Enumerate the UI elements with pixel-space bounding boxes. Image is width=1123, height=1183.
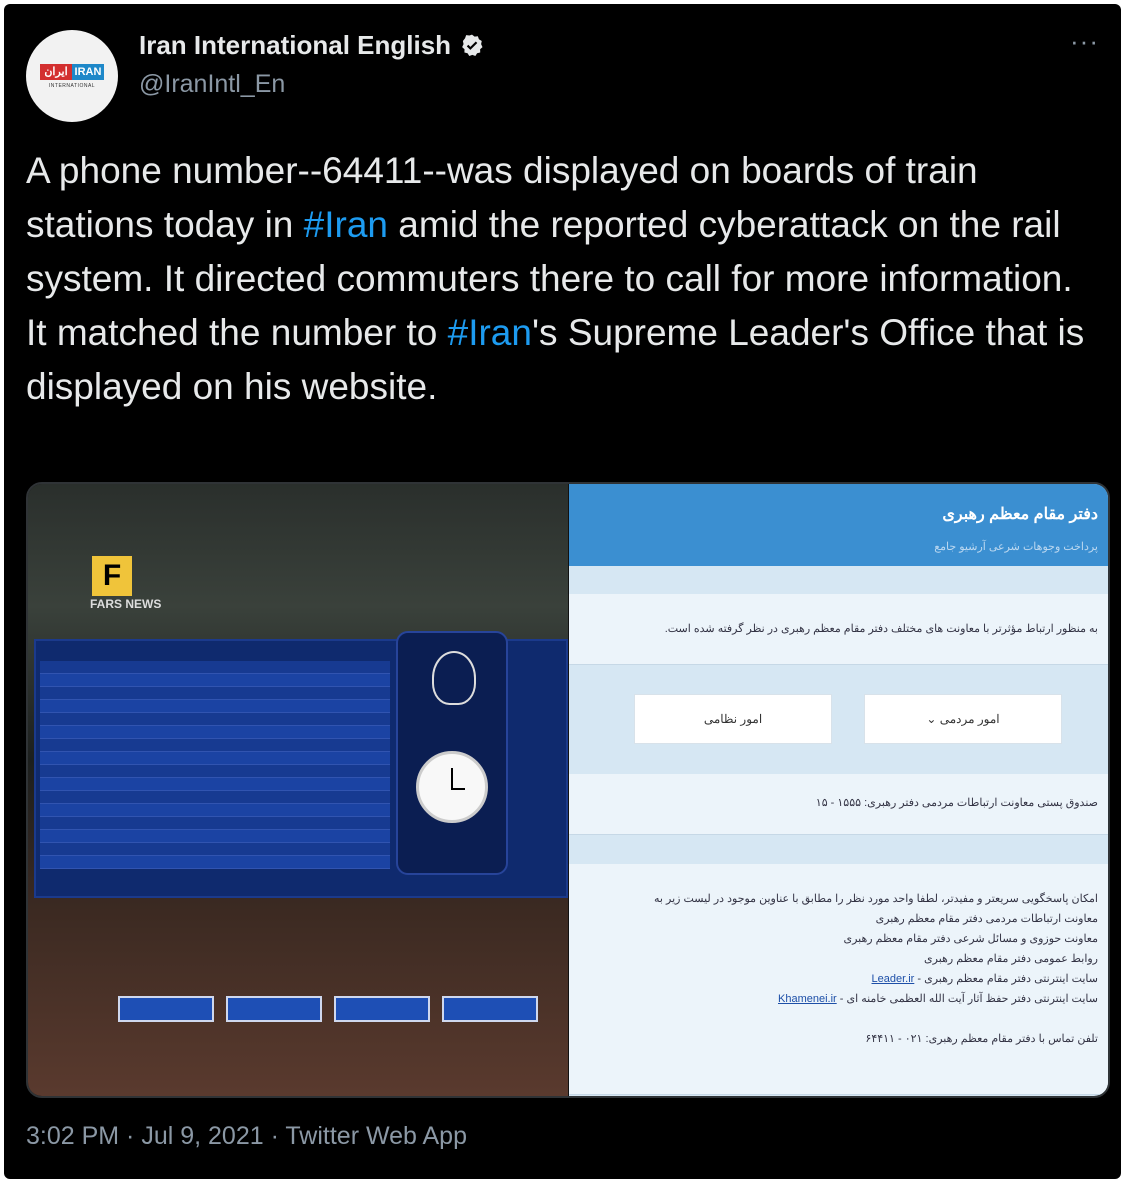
site-line: روابط عمومی دفتر مقام معظم رهبری xyxy=(924,953,1098,965)
site-postal-card: صندوق پستی معاونت ارتباطات مردمی دفتر ره… xyxy=(569,774,1108,835)
tweet-card: ایران IRAN INTERNATIONAL Iran Internatio… xyxy=(4,4,1121,1179)
site-dropdown-button: امور مردمی ⌄ xyxy=(864,694,1062,744)
avatar-logo-sub: INTERNATIONAL xyxy=(48,83,96,89)
site-header: دفتر مقام معظم رهبری پرداخت وجوهات شرعی … xyxy=(569,484,1108,566)
board-rows xyxy=(40,661,390,869)
site-title: دفتر مقام معظم رهبری xyxy=(942,506,1098,523)
departure-board xyxy=(34,631,568,898)
station-board-photo[interactable]: F FARS NEWS xyxy=(28,484,568,1096)
site-postal-text: صندوق پستی معاونت ارتباطات مردمی دفتر ره… xyxy=(815,797,1098,809)
clock-icon xyxy=(416,751,488,823)
fars-logo: F xyxy=(92,556,132,596)
tweet-text: A phone number--64411--was displayed on … xyxy=(26,144,1101,414)
avatar-logo: ایران IRAN xyxy=(40,64,104,80)
site-list-card: امکان پاسخگویی سریعتر و مفیدتر، لطفا واح… xyxy=(569,864,1108,1095)
site-line: سایت اینترنتی دفتر حفظ آثار آیت الله الع… xyxy=(778,992,1098,1005)
fars-watermark-text: FARS NEWS xyxy=(90,597,162,611)
hashtag-link[interactable]: #Iran xyxy=(304,204,388,245)
board-side-panel xyxy=(396,631,508,875)
site-line: امکان پاسخگویی سریعتر و مفیدتر، لطفا واح… xyxy=(653,893,1098,905)
author-name[interactable]: Iran International English xyxy=(139,30,485,61)
site-phone-line: تلفن تماس با دفتر مقام معظم رهبری: ۰۲۱ -… xyxy=(865,1033,1098,1045)
avatar[interactable]: ایران IRAN INTERNATIONAL xyxy=(26,30,118,122)
display-name[interactable]: Iran International English xyxy=(139,30,451,61)
site-link-khamenei: Khamenei.ir xyxy=(778,993,837,1005)
station-signs xyxy=(118,996,538,1024)
site-line: معاونت حوزوی و مسائل شرعی دفتر مقام معظم… xyxy=(843,933,1099,945)
site-link-leader: Leader.ir xyxy=(871,973,915,985)
website-screenshot[interactable]: دفتر مقام معظم رهبری پرداخت وجوهات شرعی … xyxy=(569,484,1108,1096)
avatar-logo-en: IRAN xyxy=(72,64,104,80)
site-nav: پرداخت وجوهات شرعی آرشیو جامع xyxy=(934,541,1098,553)
hashtag-link[interactable]: #Iran xyxy=(448,312,532,353)
tweet-media[interactable]: F FARS NEWS دفتر مقام معظم رهبری پرداخت … xyxy=(26,482,1110,1098)
railway-emblem-icon xyxy=(432,651,476,705)
avatar-logo-fa: ایران xyxy=(40,64,72,80)
site-line-text: سایت اینترنتی دفتر حفظ آثار آیت الله الع… xyxy=(839,993,1098,1005)
more-options-icon[interactable]: ··· xyxy=(1070,26,1099,57)
author-handle[interactable]: @IranIntl_En xyxy=(139,70,285,99)
site-line-text: سایت اینترنتی دفتر مقام معظم رهبری - xyxy=(917,973,1098,985)
tweet-timestamp[interactable]: 3:02 PM · Jul 9, 2021 · Twitter Web App xyxy=(26,1122,467,1151)
site-line: معاونت ارتباطات مردمی دفتر مقام معظم رهب… xyxy=(875,913,1098,925)
site-line: سایت اینترنتی دفتر مقام معظم رهبری - Lea… xyxy=(872,972,1099,985)
site-intro-card: به منظور ارتباط مؤثرتر با معاونت های مخت… xyxy=(569,594,1108,665)
site-button: امور نظامی xyxy=(634,694,832,744)
site-intro-text: به منظور ارتباط مؤثرتر با معاونت های مخت… xyxy=(664,623,1098,635)
verified-badge-icon xyxy=(462,34,483,56)
